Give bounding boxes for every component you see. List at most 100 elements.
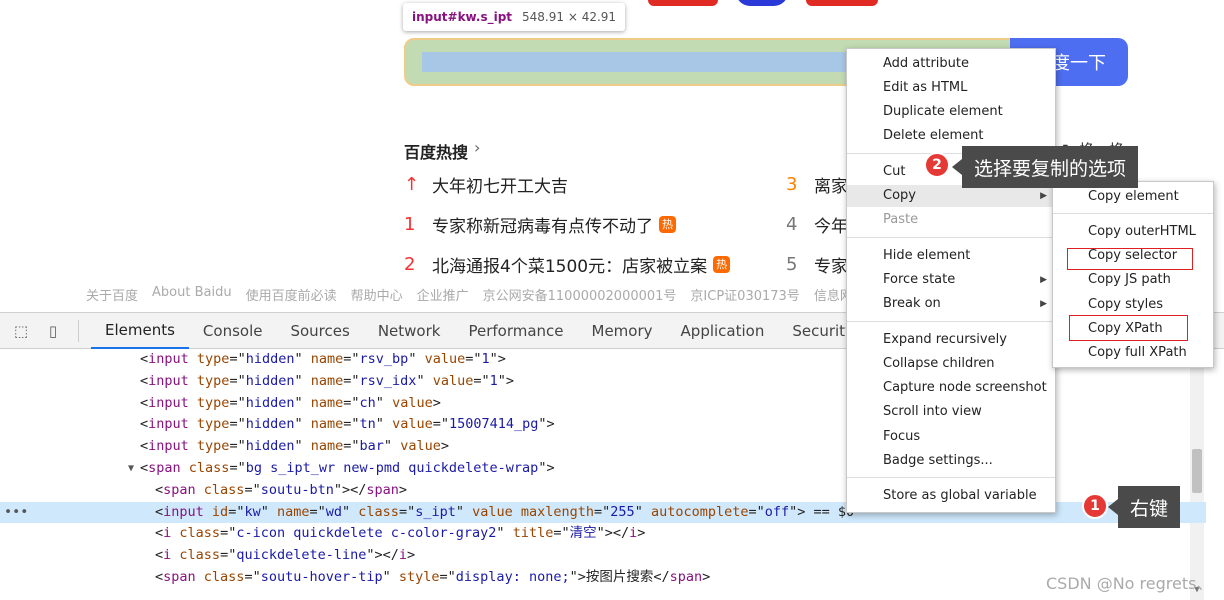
footer-link[interactable]: 京公网安备11000002000001号 bbox=[483, 285, 677, 304]
tab-sources[interactable]: Sources bbox=[276, 313, 363, 349]
tab-performance[interactable]: Performance bbox=[454, 313, 577, 349]
menu-separator bbox=[847, 477, 1055, 478]
hot-rank: 3 bbox=[786, 174, 798, 195]
code-token: " bbox=[294, 351, 311, 367]
code-token: rsv_idx bbox=[359, 372, 417, 389]
code-token: " bbox=[382, 569, 399, 585]
menu-item-label: Store as global variable bbox=[883, 488, 1037, 503]
hot-rank: ↑ bbox=[404, 174, 420, 195]
hot-search-title[interactable]: 百度热搜 bbox=[404, 139, 468, 163]
menu-item-label: Capture node screenshot bbox=[883, 380, 1047, 395]
code-token: =" bbox=[220, 525, 237, 542]
code-token: s_ipt bbox=[415, 503, 456, 520]
submenu-item-copy-outerhtml[interactable]: Copy outerHTML bbox=[1053, 221, 1213, 243]
hot-rank: 2 bbox=[404, 254, 416, 275]
tab-application[interactable]: Application bbox=[667, 313, 779, 349]
code-token: =" bbox=[244, 481, 261, 498]
submenu-item-copy-full-xpath[interactable]: Copy full XPath bbox=[1053, 342, 1213, 364]
hot-item[interactable]: 5 专家 bbox=[786, 252, 848, 277]
code-token: =" bbox=[244, 569, 261, 585]
menu-item-expand-recursively[interactable]: Expand recursively bbox=[847, 329, 1055, 351]
code-token: "></ bbox=[333, 481, 367, 498]
submenu-item-copy-js-path[interactable]: Copy JS path bbox=[1053, 269, 1213, 291]
menu-item-focus[interactable]: Focus bbox=[847, 426, 1055, 448]
code-token: 1 bbox=[481, 351, 490, 367]
code-token: class bbox=[179, 525, 221, 542]
menu-item-label: Edit as HTML bbox=[883, 80, 968, 95]
menu-item-paste[interactable]: Paste bbox=[847, 209, 1055, 231]
menu-item-delete-element[interactable]: Delete element bbox=[847, 125, 1055, 147]
code-token: "> bbox=[538, 460, 555, 476]
inspect-element-icon[interactable]: ⬚ bbox=[10, 320, 32, 342]
menu-item-edit-as-html[interactable]: Edit as HTML bbox=[847, 77, 1055, 99]
menu-item-collapse-children[interactable]: Collapse children bbox=[847, 353, 1055, 375]
code-token: name bbox=[310, 351, 344, 367]
code-token: span bbox=[669, 569, 703, 585]
footer-link[interactable]: About Baidu bbox=[152, 285, 232, 304]
code-token: hidden bbox=[245, 438, 295, 455]
code-token: value bbox=[432, 372, 474, 389]
menu-item-copy[interactable]: Copy ▶ bbox=[847, 185, 1055, 207]
hot-item-text: 北海通报4个菜1500元：店家被立案 bbox=[432, 257, 708, 277]
hot-item[interactable]: 1 专家称新冠病毒有点传不动了 热 bbox=[404, 212, 676, 237]
code-token: =" bbox=[229, 438, 246, 455]
footer-link[interactable]: 关于百度 bbox=[86, 285, 138, 304]
code-token: < bbox=[140, 372, 149, 389]
code-token: " bbox=[294, 372, 311, 389]
hot-item[interactable]: 4 今年 bbox=[786, 212, 848, 237]
footer-link[interactable]: 使用百度前必读 bbox=[246, 285, 337, 304]
footer-link[interactable]: 企业推广 bbox=[417, 285, 469, 304]
code-token: input bbox=[148, 438, 189, 455]
menu-item-label: Scroll into view bbox=[883, 404, 982, 419]
menu-item-add-attribute[interactable]: Add attribute bbox=[847, 53, 1055, 75]
submenu-arrow-icon: ▶ bbox=[1040, 275, 1047, 285]
dom-node-line[interactable]: <i class="quickdelete-line"></i> bbox=[0, 545, 1206, 567]
device-toolbar-icon[interactable]: ▯ bbox=[42, 320, 64, 342]
menu-item-store-as-global-variable[interactable]: Store as global variable bbox=[847, 485, 1055, 507]
code-token: soutu-btn bbox=[260, 481, 334, 498]
tab-network[interactable]: Network bbox=[364, 313, 455, 349]
code-token: =" bbox=[439, 569, 456, 585]
menu-item-break-on[interactable]: Break on ▶ bbox=[847, 293, 1055, 315]
menu-item-force-state[interactable]: Force state ▶ bbox=[847, 269, 1055, 291]
code-token: "> bbox=[569, 569, 586, 585]
hot-item-text: 大年初七开工大吉 bbox=[432, 177, 568, 197]
code-token: " bbox=[634, 503, 651, 520]
code-token: < bbox=[140, 460, 149, 476]
code-token: soutu-hover-tip bbox=[260, 569, 383, 585]
code-token: name bbox=[310, 416, 344, 433]
menu-item-capture-node-screenshot[interactable]: Capture node screenshot bbox=[847, 377, 1055, 399]
menu-separator bbox=[847, 321, 1055, 322]
more-icon[interactable]: ••• bbox=[4, 502, 28, 524]
menu-item-scroll-into-view[interactable]: Scroll into view bbox=[847, 401, 1055, 423]
menu-item-duplicate-element[interactable]: Duplicate element bbox=[847, 101, 1055, 123]
menu-item-label: Duplicate element bbox=[883, 104, 1003, 119]
menu-item-badge-settings[interactable]: Badge settings... bbox=[847, 450, 1055, 472]
menu-item-label: Force state bbox=[883, 272, 956, 287]
tab-elements[interactable]: Elements bbox=[91, 313, 189, 349]
annotation-1-badge: 1 bbox=[1082, 493, 1108, 519]
hot-rank: 1 bbox=[404, 214, 416, 235]
tab-memory[interactable]: Memory bbox=[578, 313, 667, 349]
submenu-item-copy-element[interactable]: Copy element bbox=[1053, 186, 1213, 208]
menu-item-hide-element[interactable]: Hide element bbox=[847, 245, 1055, 267]
code-token: hidden bbox=[245, 351, 295, 367]
code-token: id bbox=[211, 503, 229, 520]
code-token: < bbox=[140, 438, 149, 455]
watermark: CSDN @No regrets、 bbox=[1046, 574, 1213, 593]
hot-item[interactable]: ↑ 大年初七开工大吉 bbox=[404, 172, 568, 197]
code-token: input bbox=[148, 351, 189, 367]
submenu-item-copy-styles[interactable]: Copy styles bbox=[1053, 294, 1213, 316]
chevron-right-icon[interactable]: › bbox=[474, 138, 480, 157]
dom-node-line[interactable]: <span class="soutu-hover-tip" style="dis… bbox=[0, 567, 1206, 589]
code-token: span bbox=[163, 569, 196, 585]
expand-triangle-icon[interactable]: ▼ bbox=[128, 458, 134, 480]
footer-link[interactable]: 帮助中心 bbox=[351, 285, 403, 304]
hot-item[interactable]: 2 北海通报4个菜1500元：店家被立案 热 bbox=[404, 252, 731, 277]
tab-console[interactable]: Console bbox=[189, 313, 277, 349]
hot-item[interactable]: 3 离家 bbox=[786, 172, 848, 197]
code-token: > bbox=[407, 547, 416, 564]
footer-link[interactable]: 京ICP证030173号 bbox=[690, 285, 799, 304]
dom-node-line[interactable]: <i class="c-icon quickdelete c-color-gra… bbox=[0, 523, 1206, 545]
